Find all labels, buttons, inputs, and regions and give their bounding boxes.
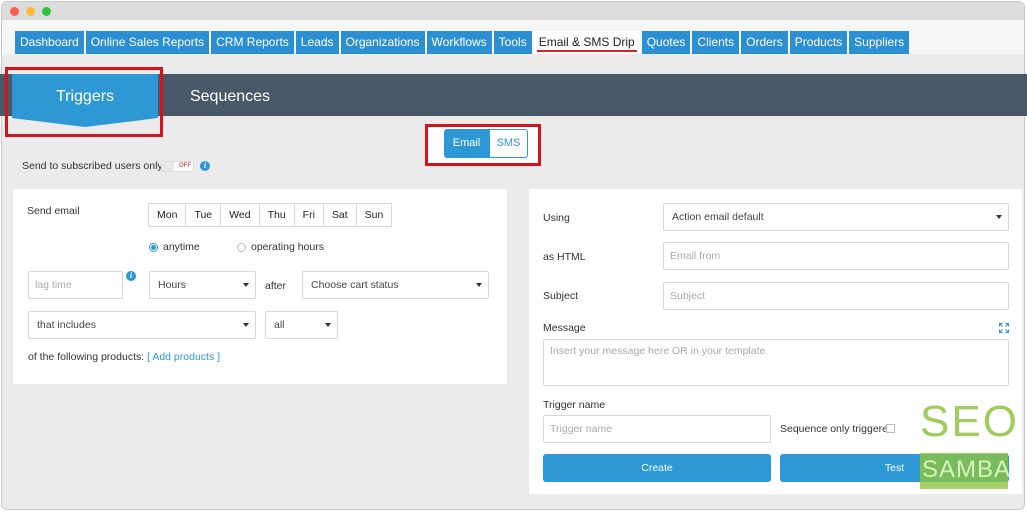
includes-select-value: that includes <box>37 319 96 331</box>
email-toggle-button[interactable]: Email <box>444 129 489 158</box>
title-bar <box>2 2 1024 20</box>
lag-time-info-icon[interactable]: i <box>126 271 136 281</box>
day-sun[interactable]: Sun <box>357 204 392 226</box>
main-nav-bar: Dashboard Online Sales Reports CRM Repor… <box>2 20 1024 54</box>
as-html-label: as HTML <box>543 251 586 263</box>
hours-select-value: Hours <box>158 279 187 291</box>
nav-tab-organizations[interactable]: Organizations <box>340 31 425 54</box>
products-label: of the following products: <box>28 351 145 363</box>
highlight-box-triggers <box>5 67 163 137</box>
operating-hours-label: operating hours <box>251 241 324 253</box>
sms-toggle-button[interactable]: SMS <box>489 129 528 158</box>
subscribed-only-switch[interactable]: OFF <box>161 161 194 172</box>
anytime-radio[interactable] <box>149 243 158 252</box>
nav-tab-suppliers[interactable]: Suppliers <box>849 31 910 54</box>
nav-tab-crm-reports[interactable]: CRM Reports <box>211 31 294 54</box>
hours-select[interactable]: Hours <box>149 271 256 299</box>
includes-select[interactable]: that includes <box>28 311 256 339</box>
lag-time-input[interactable]: lag time <box>28 271 123 299</box>
info-icon[interactable]: i <box>200 161 210 171</box>
watermark-seo: SEO <box>920 397 1019 446</box>
nav-tab-clients[interactable]: Clients <box>692 31 740 54</box>
trigger-name-label: Trigger name <box>543 399 606 411</box>
tab-sequences[interactable]: Sequences <box>180 74 280 118</box>
add-products-link[interactable]: [ Add products ] <box>147 351 220 363</box>
day-thu[interactable]: Thu <box>260 204 295 226</box>
products-line: of the following products: [ Add product… <box>28 351 220 363</box>
message-label: Message <box>543 322 586 334</box>
cart-status-select[interactable]: Choose cart status <box>302 271 489 299</box>
match-all-select[interactable]: all <box>265 311 338 339</box>
nav-tab-leads[interactable]: Leads <box>295 31 339 54</box>
send-email-label: Send email <box>27 205 80 217</box>
template-select[interactable]: Action email default <box>663 203 1009 231</box>
match-all-select-value: all <box>274 319 285 331</box>
message-textarea[interactable]: Insert your message here OR in your temp… <box>543 339 1009 386</box>
template-select-value: Action email default <box>672 211 764 223</box>
nav-tab-email-sms-drip[interactable]: Email & SMS Drip <box>533 31 640 54</box>
chevron-down-icon <box>243 283 249 287</box>
day-fri[interactable]: Fri <box>295 204 324 226</box>
cart-status-select-value: Choose cart status <box>311 279 399 291</box>
nav-tab-orders[interactable]: Orders <box>741 31 788 54</box>
nav-tab-tools[interactable]: Tools <box>493 31 532 54</box>
chevron-down-icon <box>243 323 249 327</box>
sequence-only-checkbox[interactable] <box>886 424 895 433</box>
nav-tab-dashboard[interactable]: Dashboard <box>15 31 84 54</box>
minimize-window-button[interactable] <box>26 7 35 16</box>
day-sat[interactable]: Sat <box>324 204 357 226</box>
operating-hours-radio[interactable] <box>237 243 246 252</box>
nav-tab-products[interactable]: Products <box>789 31 848 54</box>
subject-input[interactable]: Subject <box>663 282 1009 310</box>
using-label: Using <box>543 212 570 224</box>
subject-label: Subject <box>543 290 579 302</box>
create-button[interactable]: Create <box>543 454 771 482</box>
day-mon[interactable]: Mon <box>149 204 187 226</box>
trigger-name-input[interactable]: Trigger name <box>543 415 771 443</box>
chevron-down-icon <box>325 323 331 327</box>
day-selector: Mon Tue Wed Thu Fri Sat Sun <box>148 203 393 227</box>
switch-knob <box>162 162 174 171</box>
switch-state-label: OFF <box>179 163 191 169</box>
day-wed[interactable]: Wed <box>221 204 260 226</box>
after-label: after <box>265 280 287 292</box>
nav-tab-quotes[interactable]: Quotes <box>641 31 691 54</box>
watermark-samba: SAMBA <box>922 456 1012 483</box>
maximize-window-button[interactable] <box>42 7 51 16</box>
anytime-label: anytime <box>163 241 200 253</box>
chevron-down-icon <box>476 283 482 287</box>
main-nav: Dashboard Online Sales Reports CRM Repor… <box>15 31 911 54</box>
sequence-only-label: Sequence only triggered <box>780 423 894 435</box>
day-tue[interactable]: Tue <box>186 204 222 226</box>
email-from-input[interactable]: Email from <box>663 242 1009 270</box>
chevron-down-icon <box>996 215 1002 219</box>
nav-tab-workflows[interactable]: Workflows <box>426 31 492 54</box>
close-window-button[interactable] <box>10 7 19 16</box>
subscribed-only-label: Send to subscribed users only <box>22 160 163 172</box>
expand-icon[interactable] <box>999 323 1009 333</box>
nav-tab-online-sales-reports[interactable]: Online Sales Reports <box>85 31 210 54</box>
